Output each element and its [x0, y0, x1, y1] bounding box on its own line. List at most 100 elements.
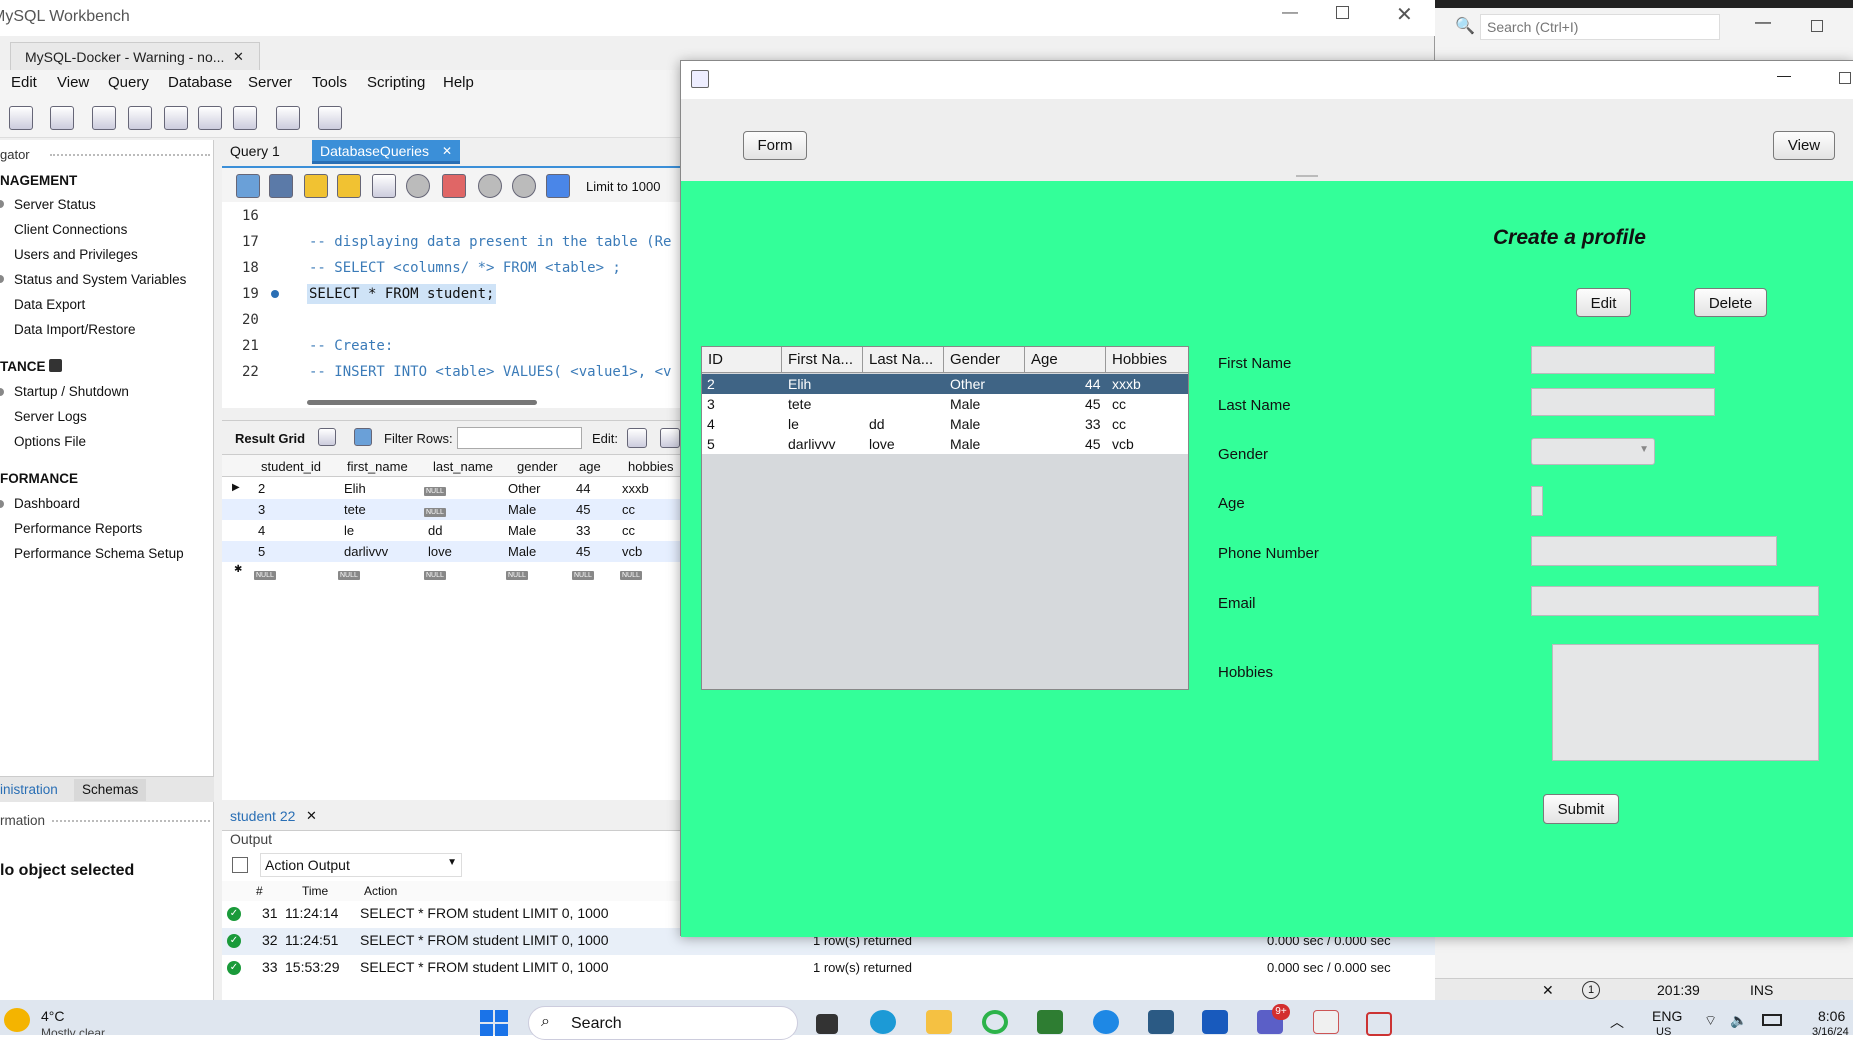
cell[interactable]: Male	[508, 544, 536, 559]
volume-icon[interactable]: 🔈	[1730, 1012, 1747, 1029]
view-button[interactable]: View	[1773, 131, 1835, 160]
cell[interactable]: love	[428, 544, 452, 559]
function-icon[interactable]	[233, 106, 257, 130]
table-row[interactable]: 5 darlivvv love Male 45 vcb	[222, 541, 682, 562]
col-last-name[interactable]: last_name	[433, 459, 493, 474]
splitter-handle[interactable]	[1296, 175, 1318, 180]
close-icon[interactable]: ✕	[1396, 2, 1413, 27]
docker-icon[interactable]	[1093, 1010, 1119, 1034]
cell[interactable]: 2	[258, 481, 265, 496]
toggle-error-icon[interactable]	[442, 174, 466, 198]
cell[interactable]: tete	[344, 502, 366, 517]
filter-rows-input[interactable]	[457, 427, 582, 449]
open-file-icon[interactable]	[236, 174, 260, 198]
info-icon[interactable]	[50, 106, 74, 130]
close-icon[interactable]: ✕	[233, 49, 244, 65]
table-row[interactable]: 3 tete Male 45 cc	[702, 394, 1188, 414]
cell[interactable]: Male	[508, 502, 536, 517]
table-row[interactable]: 4 le dd Male 33 cc	[702, 414, 1188, 434]
database-icon[interactable]	[92, 106, 116, 130]
tab-student-22[interactable]: student 22	[230, 808, 295, 824]
cell[interactable]: NULL	[254, 564, 276, 580]
word-icon[interactable]	[1202, 1010, 1228, 1034]
sql-editor[interactable]: 16 17 -- displaying data present in the …	[222, 202, 682, 408]
search-table-icon[interactable]	[276, 106, 300, 130]
th-last-name[interactable]: Last Na...	[863, 347, 944, 373]
stop-icon[interactable]	[406, 174, 430, 198]
cell[interactable]: 4	[258, 523, 265, 538]
cell[interactable]: Elih	[344, 481, 366, 496]
edit-row-icon[interactable]	[627, 428, 647, 448]
cell[interactable]: vcb	[622, 544, 642, 559]
close-icon[interactable]: ✕	[1542, 982, 1554, 999]
menu-help[interactable]: Help	[443, 74, 474, 91]
col-age[interactable]: age	[579, 459, 601, 474]
limit-select[interactable]: Limit to 1000	[586, 179, 660, 194]
last-name-field[interactable]	[1531, 388, 1715, 416]
refresh-icon[interactable]	[354, 428, 372, 446]
delete-button[interactable]: Delete	[1694, 288, 1767, 317]
maximize-icon[interactable]	[1839, 72, 1851, 84]
cell[interactable]: NULL	[424, 564, 446, 580]
col-gender[interactable]: gender	[517, 459, 557, 474]
windows-start-icon[interactable]	[480, 1010, 508, 1036]
col-student-id[interactable]: student_id	[261, 459, 321, 474]
tab-schemas[interactable]: Schemas	[74, 779, 147, 801]
nav-server-logs[interactable]: Server Logs	[14, 409, 87, 424]
menu-server[interactable]: Server	[248, 74, 292, 91]
email-field[interactable]	[1531, 586, 1819, 616]
nav-performance-reports[interactable]: Performance Reports	[14, 521, 142, 536]
table-row[interactable]: 4 le dd Male 33 cc	[222, 520, 682, 541]
cell[interactable]: cc	[622, 523, 635, 538]
procedure-icon[interactable]	[198, 106, 222, 130]
nav-users-privileges[interactable]: Users and Privileges	[14, 247, 138, 262]
nav-data-export[interactable]: Data Export	[14, 297, 85, 312]
minimize-icon[interactable]: —	[1282, 4, 1298, 22]
age-field[interactable]	[1531, 486, 1543, 516]
mysql-workbench-icon[interactable]	[1148, 1010, 1174, 1034]
explain-icon[interactable]	[372, 174, 396, 198]
reconnect-icon[interactable]	[318, 106, 342, 130]
save-icon[interactable]	[269, 174, 293, 198]
clock-time[interactable]: 8:06	[1818, 1008, 1845, 1024]
submit-button[interactable]: Submit	[1543, 794, 1619, 824]
cell[interactable]: 45	[576, 544, 590, 559]
cell[interactable]: 44	[576, 481, 590, 496]
connection-tab[interactable]: MySQL-Docker - Warning - no... ✕	[10, 42, 260, 70]
edit-button[interactable]: Edit	[1576, 288, 1631, 317]
nav-client-connections[interactable]: Client Connections	[14, 222, 127, 237]
cell[interactable]: 45	[576, 502, 590, 517]
commit-icon[interactable]	[478, 174, 502, 198]
copy-icon[interactable]	[232, 857, 248, 873]
menu-database[interactable]: Database	[168, 74, 232, 91]
gender-select[interactable]: ▼	[1531, 438, 1655, 465]
table-row[interactable]: 3 tete NULL Male 45 cc	[222, 499, 682, 520]
minimize-icon[interactable]: —	[1777, 67, 1791, 83]
cell[interactable]: Male	[508, 523, 536, 538]
menu-scripting[interactable]: Scripting	[367, 74, 425, 91]
form-button[interactable]: Form	[743, 131, 807, 160]
cell[interactable]: xxxb	[622, 481, 649, 496]
nav-startup-shutdown[interactable]: Startup / Shutdown	[14, 384, 129, 399]
cell[interactable]: NULL	[424, 480, 446, 496]
autocommit-icon[interactable]	[546, 174, 570, 198]
nav-data-import[interactable]: Data Import/Restore	[14, 322, 136, 337]
menu-query[interactable]: Query	[108, 74, 149, 91]
cell[interactable]: le	[344, 523, 354, 538]
th-age[interactable]: Age	[1025, 347, 1106, 373]
nav-performance-schema[interactable]: Performance Schema Setup	[14, 546, 184, 561]
th-id[interactable]: ID	[702, 347, 782, 373]
tab-database-queries[interactable]: DatabaseQueries ✕	[312, 140, 460, 164]
cell[interactable]: 5	[258, 544, 265, 559]
view-icon[interactable]	[164, 106, 188, 130]
th-gender[interactable]: Gender	[944, 347, 1025, 373]
table-row[interactable]: 5 darlivvv love Male 45 vcb	[702, 434, 1188, 454]
table-row[interactable]: 2 Elih Other 44 xxxb	[702, 374, 1188, 394]
app-ring-icon[interactable]	[982, 1010, 1008, 1034]
table-row[interactable]: ▶ 2 Elih NULL Other 44 xxxb	[222, 478, 682, 499]
battery-icon[interactable]	[1762, 1014, 1782, 1026]
col-hobbies[interactable]: hobbies	[628, 459, 674, 474]
nav-status-variables[interactable]: Status and System Variables	[14, 272, 186, 287]
th-first-name[interactable]: First Na...	[782, 347, 863, 373]
wifi-icon[interactable]: ⌔	[1704, 1012, 1717, 1030]
